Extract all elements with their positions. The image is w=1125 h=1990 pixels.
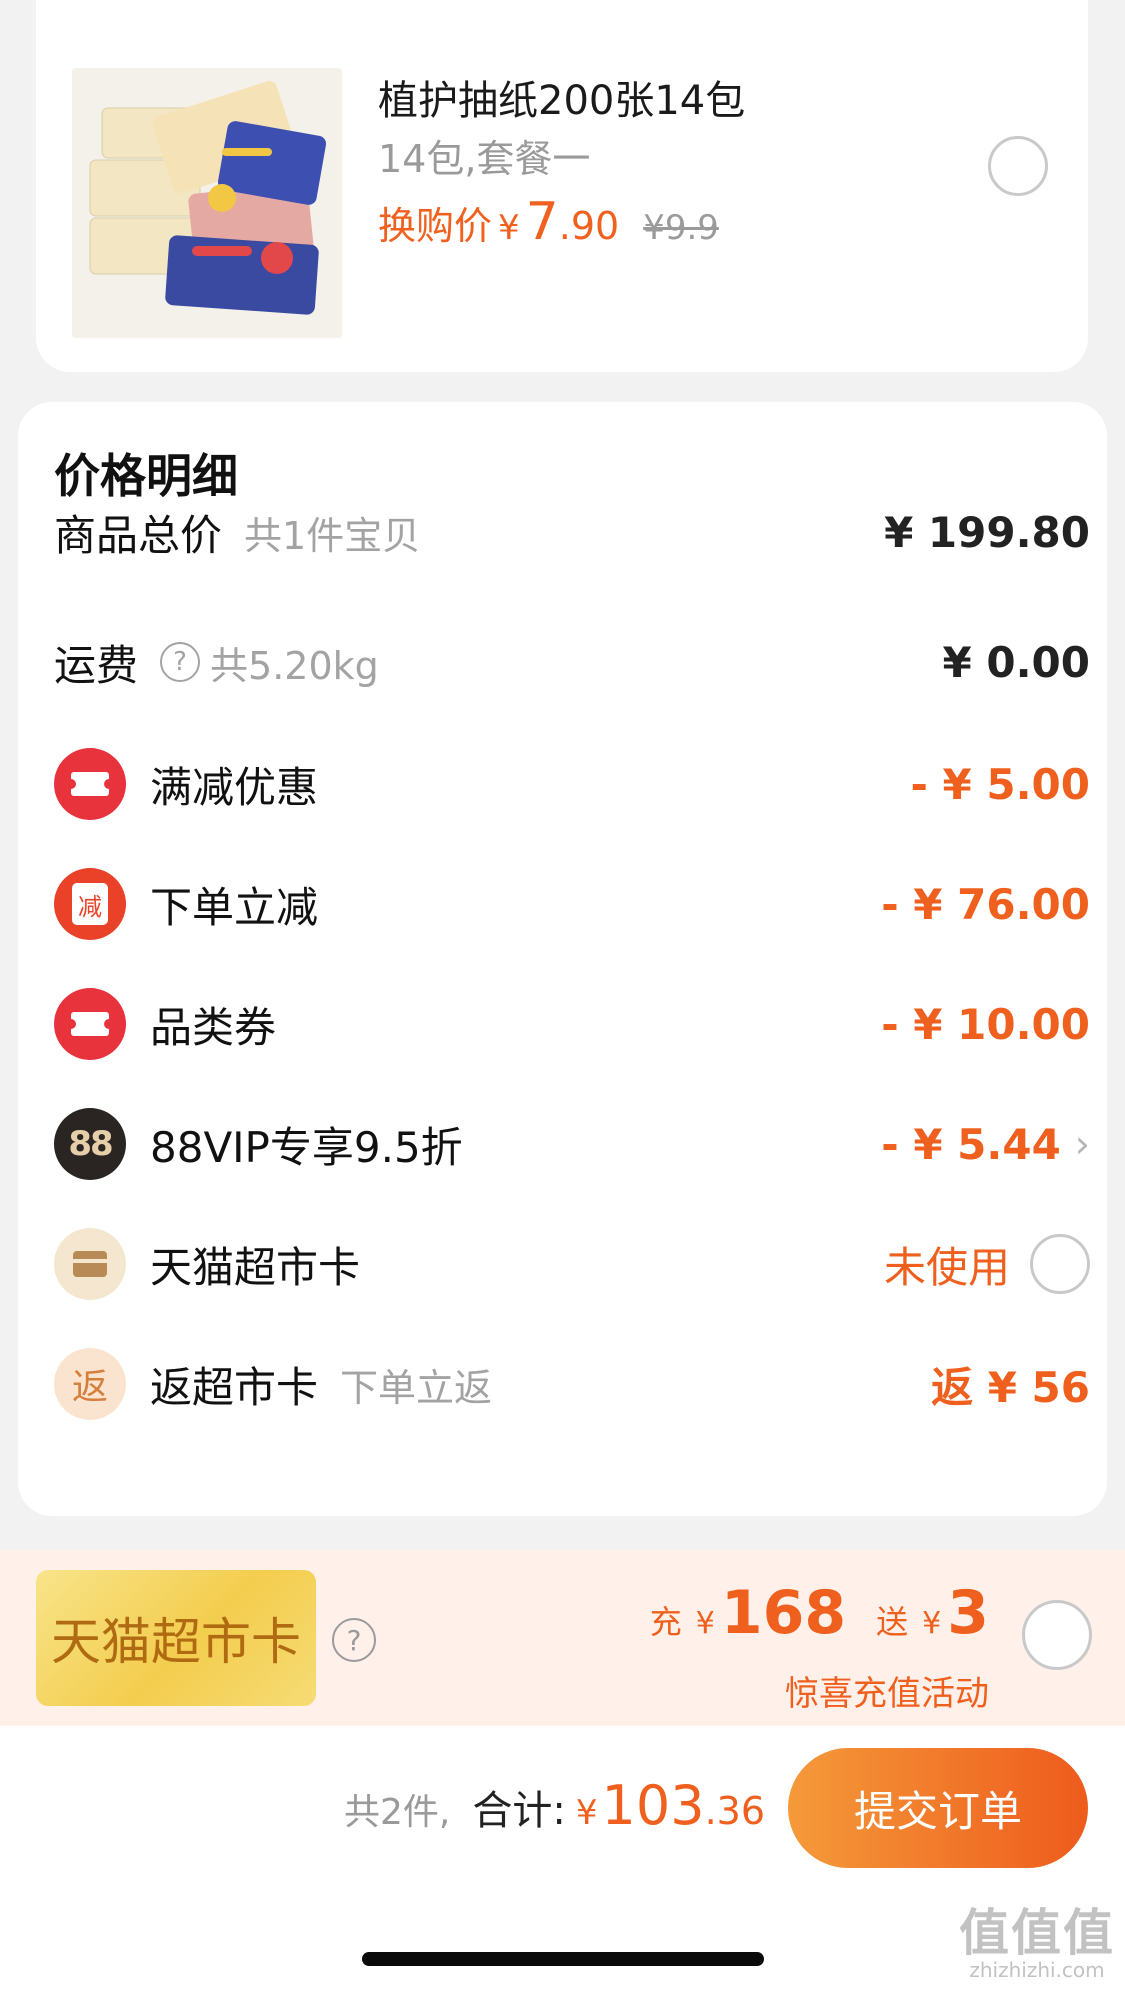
coupon-ticket-icon — [54, 988, 126, 1060]
help-icon[interactable]: ? — [332, 1618, 376, 1662]
price-integer: 7 — [525, 192, 559, 252]
row-label: 商品总价 — [54, 510, 223, 560]
total-integer: 103 — [601, 1774, 705, 1837]
row-label: 返超市卡 — [150, 1362, 319, 1412]
recharge-select-radio[interactable] — [1022, 1600, 1092, 1670]
home-indicator[interactable] — [362, 1952, 764, 1966]
row-value: - ¥ 10.00 — [881, 999, 1090, 1049]
product-card: 植护抽纸200张14包 14包,套餐一 换购价 ¥ 7 .90 ¥9.9 — [36, 0, 1088, 372]
row-value: ¥ 0.00 — [942, 637, 1090, 687]
charge-amount: 168 — [720, 1578, 847, 1648]
product-title: 植护抽纸200张14包 — [378, 78, 746, 124]
row-value: ¥ 199.80 — [884, 507, 1090, 557]
watermark-url: zhizhizhi.com — [969, 1958, 1105, 1982]
discount-envelope-icon: 减 — [54, 868, 126, 940]
cashback-icon: 返 — [54, 1348, 126, 1420]
charge-label: 充 — [649, 1603, 682, 1641]
row-label: 下单立减 — [150, 882, 319, 932]
tmall-card-radio[interactable] — [1030, 1234, 1090, 1294]
product-image[interactable] — [72, 68, 342, 338]
recharge-offer: 充 ¥ 168 送 ¥ 3 — [650, 1578, 989, 1648]
price-decimal: .90 — [558, 204, 620, 248]
row-category-coupon[interactable]: 品类券 - ¥ 10.00 — [54, 984, 1090, 1064]
row-label: 88VIP专享9.5折 — [150, 1122, 463, 1172]
recharge-promo-bar: 天猫超市卡 ? 充 ¥ 168 送 ¥ 3 惊喜充值活动 — [0, 1550, 1125, 1726]
row-sub: 下单立返 — [340, 1365, 493, 1410]
tmall-card-image: 天猫超市卡 — [36, 1570, 316, 1706]
row-88vip-discount[interactable]: 88 88VIP专享9.5折 - ¥ 5.44 › — [54, 1104, 1090, 1184]
promo-subtitle: 惊喜充值活动 — [785, 1674, 989, 1714]
row-value: 未使用 — [883, 1242, 1010, 1292]
price-detail-card: 价格明细 商品总价 共1件宝贝 ¥ 199.80 运费 ? 共5.20kg ¥ … — [18, 402, 1107, 1516]
card-icon — [54, 1228, 126, 1300]
gift-label: 送 — [876, 1603, 909, 1641]
row-value: - ¥ 5.00 — [910, 759, 1090, 809]
cashback-icon-text: 返 — [71, 1367, 108, 1408]
vip-icon-text: 88 — [68, 1124, 113, 1164]
charge-yen: ¥ — [695, 1606, 715, 1641]
total-label: 合计: — [472, 1788, 566, 1834]
row-label: 满减优惠 — [150, 762, 319, 812]
product-price: 换购价 ¥ 7 .90 ¥9.9 — [378, 192, 719, 252]
row-value: - ¥ 76.00 — [881, 879, 1090, 929]
product-select-radio[interactable] — [988, 136, 1048, 196]
chevron-right-icon: › — [1074, 1122, 1090, 1166]
row-full-reduction[interactable]: 满减优惠 - ¥ 5.00 — [54, 744, 1090, 824]
item-count: 共2件, — [344, 1792, 451, 1833]
row-label: 品类券 — [150, 1002, 277, 1052]
price-label: 换购价 — [378, 204, 493, 248]
coupon-ticket-icon — [54, 748, 126, 820]
row-goods-total: 商品总价 共1件宝贝 ¥ 199.80 — [54, 492, 1090, 572]
submit-order-button[interactable]: 提交订单 — [788, 1748, 1088, 1868]
checkout-bar: 共2件, 合计: ¥ 103 .36 提交订单 值值值 zhizhizhi.co… — [0, 1726, 1125, 1990]
price-yen: ¥ — [498, 208, 520, 248]
watermark: 值值值 zhizhizhi.com — [959, 1908, 1115, 1982]
gift-yen: ¥ — [922, 1606, 942, 1641]
row-cashback-card: 返 返超市卡 下单立返 返 ¥ 56 — [54, 1344, 1090, 1424]
row-sub: 共5.20kg — [210, 643, 379, 688]
row-instant-discount[interactable]: 减 下单立减 - ¥ 76.00 — [54, 864, 1090, 944]
gift-amount: 3 — [947, 1578, 989, 1648]
original-price: ¥9.9 — [643, 208, 719, 248]
row-sub: 共1件宝贝 — [244, 513, 421, 558]
row-value: - ¥ 5.44 — [881, 1119, 1061, 1169]
watermark-logo: 值值值 — [959, 1904, 1115, 1962]
vip-88-icon: 88 — [54, 1108, 126, 1180]
row-shipping: 运费 ? 共5.20kg ¥ 0.00 — [54, 622, 1090, 702]
total-yen: ¥ — [575, 1793, 598, 1833]
row-value: 返 ¥ 56 — [931, 1362, 1090, 1412]
row-label: 天猫超市卡 — [150, 1242, 361, 1292]
row-tmall-card[interactable]: 天猫超市卡 未使用 — [54, 1224, 1090, 1304]
product-spec: 14包,套餐一 — [378, 137, 591, 181]
discount-icon-text: 减 — [72, 883, 108, 925]
help-icon[interactable]: ? — [160, 642, 201, 682]
order-total: 共2件, 合计: ¥ 103 .36 — [344, 1774, 765, 1837]
total-decimal: .36 — [704, 1789, 765, 1833]
row-label: 运费 — [54, 640, 139, 690]
